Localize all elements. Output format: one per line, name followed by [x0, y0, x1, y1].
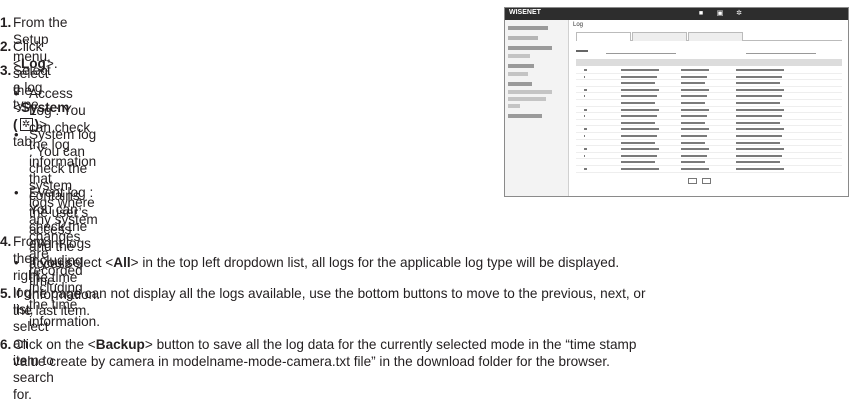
log-page-screenshot: WISENET ■ ▣ ✲ Log — [504, 7, 849, 197]
log-row[interactable] — [576, 166, 842, 173]
step-number: 5. — [0, 286, 12, 301]
log-row[interactable] — [576, 140, 842, 147]
backup-button-label: Backup — [95, 337, 145, 352]
playback-icon: ▣ — [716, 10, 724, 17]
tab-event-log[interactable] — [688, 32, 743, 41]
log-filter-row — [576, 47, 842, 55]
log-row[interactable] — [576, 159, 842, 166]
step-number: 1. — [0, 15, 12, 30]
type-dropdown[interactable] — [606, 53, 676, 54]
log-row[interactable] — [576, 120, 842, 127]
log-table-header — [576, 59, 842, 66]
step-number: 2. — [0, 39, 12, 54]
setup-sidebar — [505, 20, 569, 196]
log-content: Log — [570, 20, 848, 196]
log-row[interactable] — [576, 133, 842, 140]
step-number: 3. — [0, 63, 12, 78]
prev-page-button[interactable] — [688, 178, 697, 184]
log-row[interactable] — [576, 126, 842, 133]
top-bar: WISENET ■ ▣ ✲ — [505, 8, 848, 20]
log-row[interactable] — [576, 107, 842, 114]
log-row[interactable] — [576, 93, 842, 100]
log-type-tabs — [576, 32, 842, 41]
log-row[interactable] — [576, 146, 842, 153]
log-row[interactable] — [576, 74, 842, 81]
all-option-label: All — [113, 255, 131, 270]
monitor-icon: ■ — [698, 10, 704, 17]
log-pagination — [688, 178, 728, 184]
log-row[interactable] — [576, 153, 842, 160]
brand-logo: WISENET — [509, 9, 541, 16]
log-table — [576, 67, 842, 173]
setup-icon: ✲ — [736, 10, 742, 17]
log-row[interactable] — [576, 113, 842, 120]
tab-access-log[interactable] — [576, 32, 631, 41]
tab-system-log[interactable] — [632, 32, 687, 41]
next-page-button[interactable] — [702, 178, 711, 184]
log-row[interactable] — [576, 100, 842, 107]
step-number: 4. — [0, 234, 12, 249]
log-row[interactable] — [576, 80, 842, 87]
log-row[interactable] — [576, 67, 842, 74]
step-number: 6. — [0, 337, 12, 352]
log-row[interactable] — [576, 87, 842, 94]
log-title: Log — [573, 22, 584, 28]
search-field[interactable] — [746, 53, 816, 54]
